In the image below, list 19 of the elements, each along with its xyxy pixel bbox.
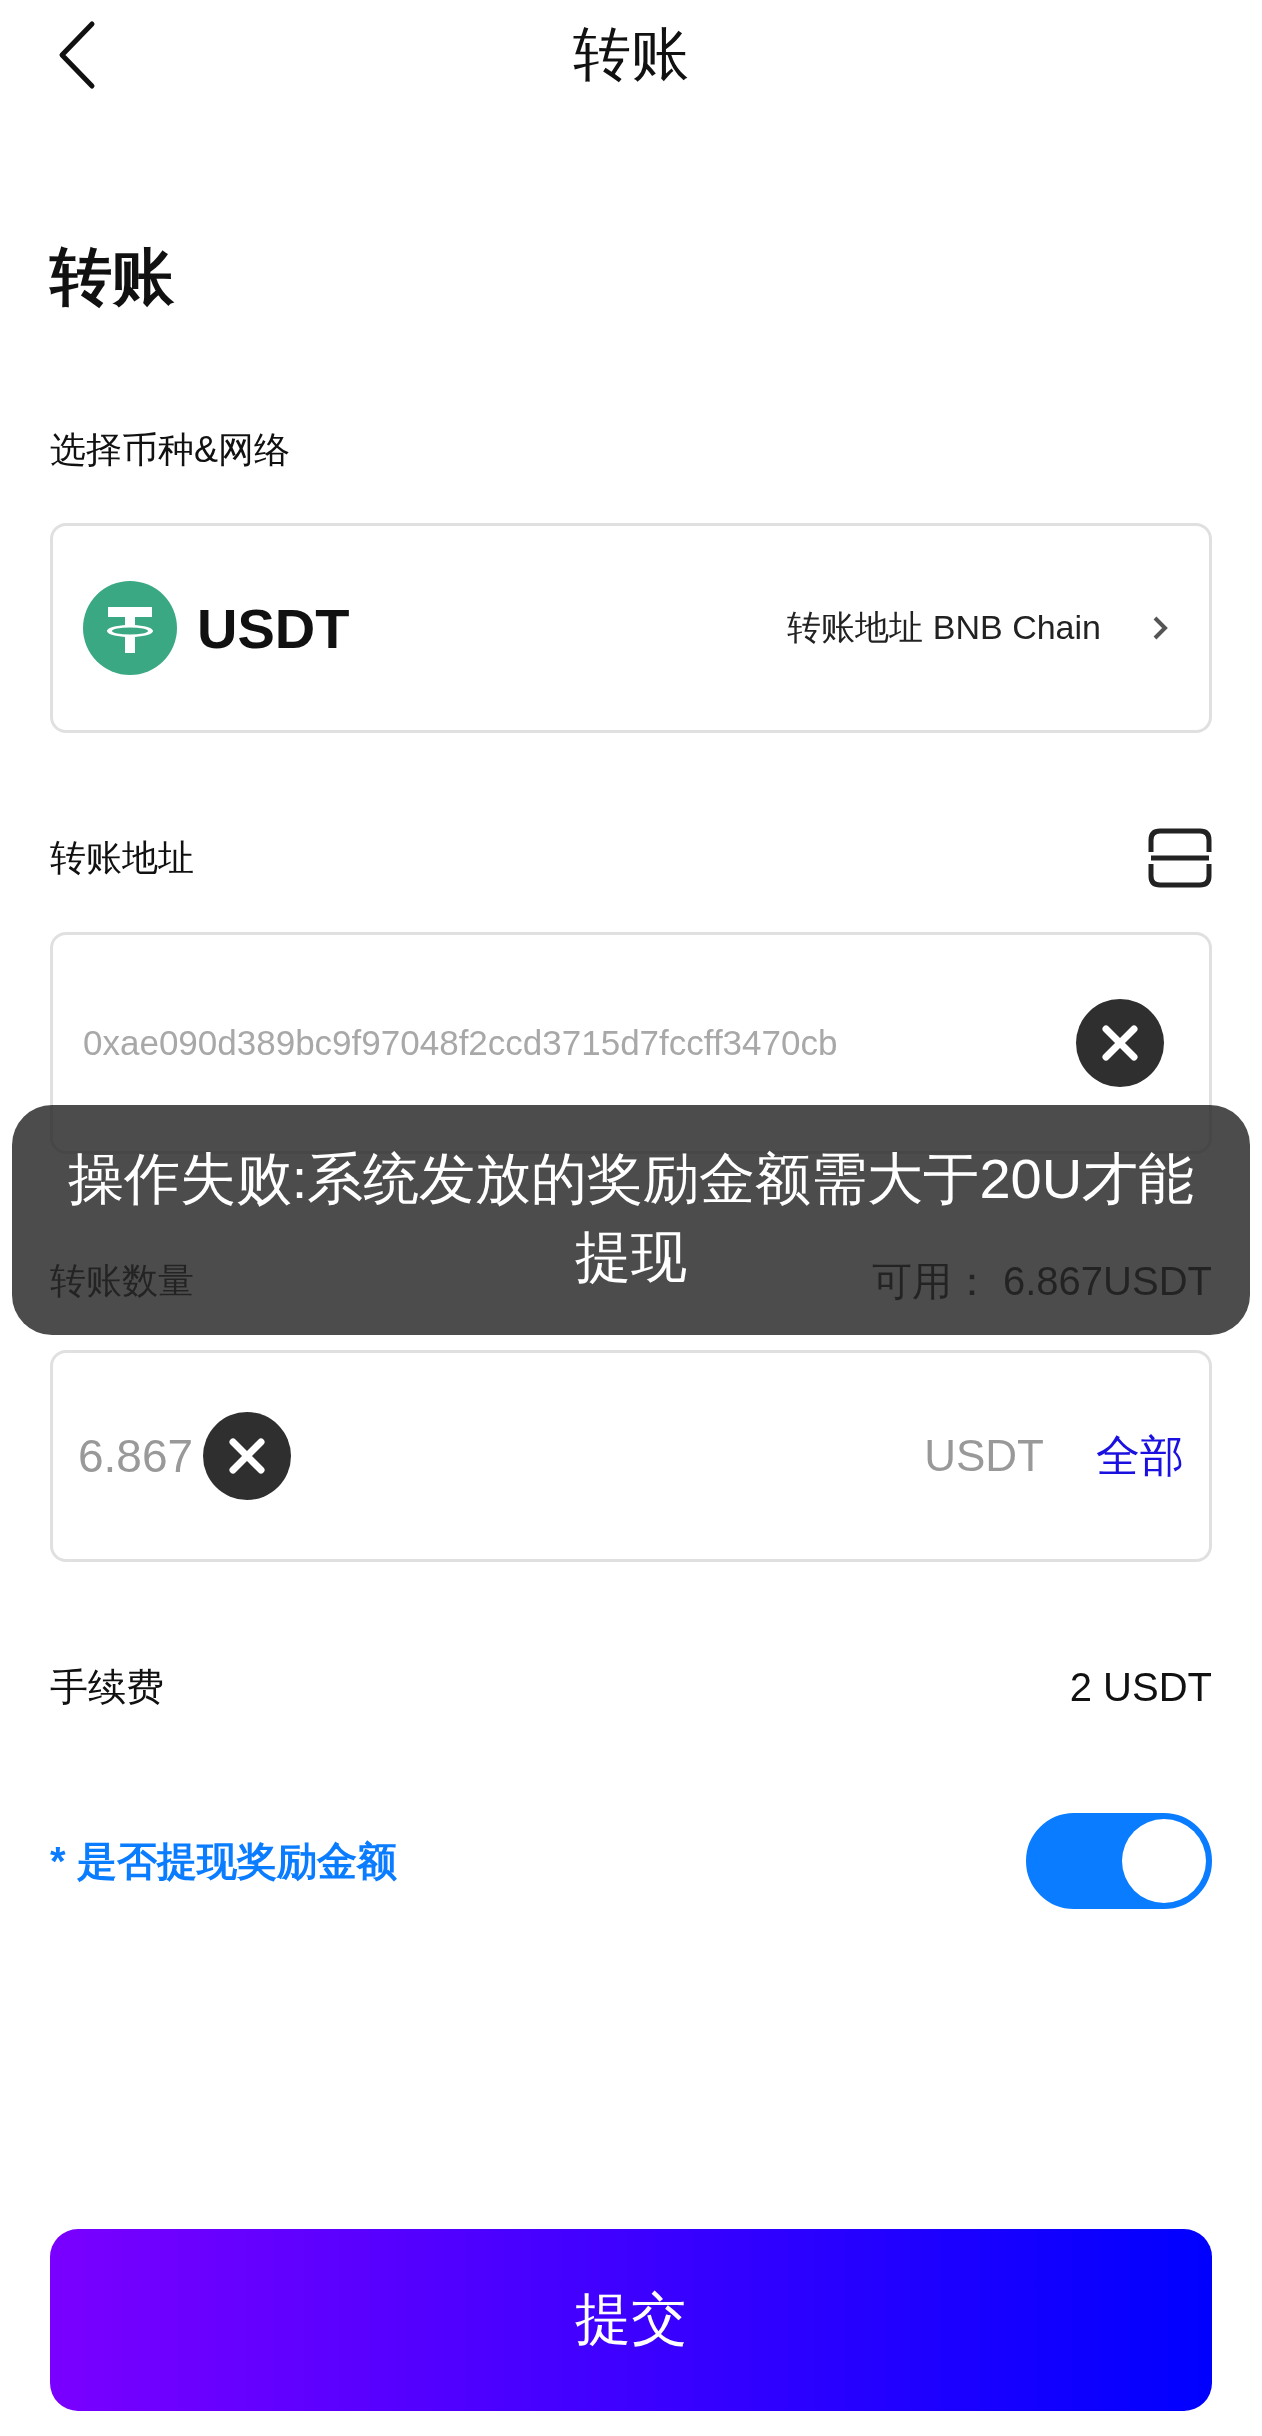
reward-label: * 是否提现奖励金额 (50, 1837, 397, 1885)
chevron-right-icon (1151, 615, 1169, 641)
coin-label: 选择币种&网络 (50, 428, 291, 472)
clear-icon[interactable] (1076, 999, 1164, 1087)
address-label: 转账地址 (50, 835, 194, 880)
fee-label: 手续费 (50, 1665, 164, 1710)
network-label: 转账地址 BNB Chain (787, 607, 1101, 648)
all-link[interactable]: 全部 (1096, 1426, 1184, 1486)
page-title: 转账 (573, 20, 689, 88)
coin-symbol: USDT (197, 595, 351, 661)
submit-button[interactable]: 提交 (50, 2229, 1212, 2411)
fee-value: 2 USDT (1069, 1665, 1212, 1710)
amount-field[interactable]: 6.867 USDT 全部 (50, 1350, 1212, 1562)
clear-icon[interactable] (203, 1412, 292, 1500)
section-heading: 转账 (50, 246, 175, 308)
tether-coin-icon (83, 581, 177, 675)
scan-icon[interactable] (1148, 828, 1212, 888)
coin-selector[interactable]: USDT 转账地址 BNB Chain (50, 523, 1212, 733)
unit-label: USDT (924, 1431, 1044, 1481)
